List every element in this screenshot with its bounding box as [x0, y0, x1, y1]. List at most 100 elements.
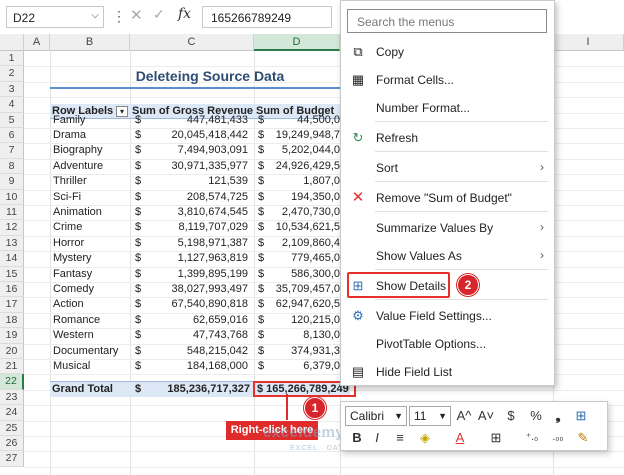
row-header-25[interactable]: 25	[0, 420, 24, 436]
column-header-b[interactable]: B	[50, 34, 130, 51]
menu-item-refresh[interactable]: ↻ Refresh	[341, 124, 554, 152]
column-header-c[interactable]: C	[130, 34, 254, 51]
menu-search-input[interactable]: Search the menus	[347, 9, 547, 33]
row-header-15[interactable]: 15	[0, 266, 24, 282]
row-label[interactable]: Comedy	[53, 282, 94, 297]
column-header-a[interactable]: A	[24, 34, 50, 51]
increase-decimal-icon[interactable]: ⁺.₀	[521, 428, 543, 448]
currency-symbol: $	[135, 221, 142, 234]
select-all-corner[interactable]	[0, 34, 24, 51]
row-header-11[interactable]: 11	[0, 205, 24, 221]
row-label[interactable]: Crime	[53, 220, 82, 235]
formula-input[interactable]: 165266789249	[202, 6, 332, 28]
table-format-icon[interactable]: ⊞	[571, 406, 591, 426]
format-painter-icon[interactable]: ✎	[573, 428, 593, 448]
comma-style-icon[interactable]: ❟	[549, 406, 567, 426]
chevron-down-icon[interactable]: ⌵	[91, 10, 99, 21]
borders-icon[interactable]: ⊞	[487, 428, 505, 448]
menu-item-number-format[interactable]: Number Format...	[341, 94, 554, 122]
row-header-10[interactable]: 10	[0, 189, 24, 205]
menu-item-hide-field-list[interactable]: ▤ Hide Field List	[341, 358, 554, 386]
row-label[interactable]: Adventure	[53, 159, 103, 174]
font-name-dropdown[interactable]: Calibri ▼	[345, 406, 407, 426]
menu-item-value-field-settings[interactable]: ⚙ Value Field Settings...	[341, 302, 554, 330]
grand-total-label: Grand Total	[52, 383, 113, 395]
row-label[interactable]: Animation	[53, 205, 102, 220]
currency-format-icon[interactable]: $	[499, 406, 523, 426]
row-header-8[interactable]: 8	[0, 158, 24, 175]
fill-color-icon[interactable]: ◈	[415, 428, 435, 448]
row-label[interactable]: Musical	[53, 359, 90, 374]
cancel-icon[interactable]: ✕	[130, 6, 143, 24]
row-label[interactable]: Mystery	[53, 251, 92, 266]
menu-separator	[375, 269, 548, 270]
row-header-3[interactable]: 3	[0, 81, 24, 98]
row-header-16[interactable]: 16	[0, 282, 24, 298]
menu-item-label: Number Format...	[376, 101, 471, 115]
menu-separator	[375, 121, 548, 122]
insert-function-icon[interactable]: fx	[178, 6, 191, 22]
row-label[interactable]: Sci-Fi	[53, 190, 81, 205]
row-label[interactable]: Family	[53, 113, 85, 128]
row-label[interactable]: Drama	[53, 128, 86, 143]
row-label[interactable]: Horror	[53, 236, 84, 251]
row-header-19[interactable]: 19	[0, 328, 24, 344]
confirm-icon[interactable]: ✓	[153, 6, 165, 23]
font-size-dropdown[interactable]: 11 ▼	[409, 406, 451, 426]
row-header-9[interactable]: 9	[0, 174, 24, 190]
row-label[interactable]: Western	[53, 328, 94, 343]
row-label[interactable]: Romance	[53, 313, 100, 328]
menu-item-remove[interactable]: ✕ Remove "Sum of Budget"	[341, 184, 554, 212]
row-header-6[interactable]: 6	[0, 128, 24, 144]
currency-symbol: $	[135, 113, 142, 126]
row-label[interactable]: Action	[53, 297, 84, 312]
gross-revenue-cell: 7,494,903,091	[177, 144, 248, 157]
menu-item-show-values-as[interactable]: Show Values As ›	[341, 242, 554, 270]
chevron-right-icon: ›	[540, 248, 544, 262]
row-header-20[interactable]: 20	[0, 343, 24, 359]
more-options-icon[interactable]: ⋮	[112, 8, 126, 25]
step-1-badge: 1	[304, 397, 326, 419]
row-header-2[interactable]: 2	[0, 66, 24, 82]
row-label[interactable]: Thriller	[53, 174, 87, 189]
gross-revenue-cell: 184,168,000	[186, 360, 248, 372]
row-header-26[interactable]: 26	[0, 436, 24, 452]
row-header-21[interactable]: 21	[0, 359, 24, 375]
align-center-icon[interactable]: ≡	[391, 428, 409, 448]
font-color-icon[interactable]: A	[451, 428, 469, 448]
column-header-i[interactable]: I	[553, 34, 624, 51]
italic-icon[interactable]: I	[369, 428, 385, 448]
menu-item-pivottable-options[interactable]: PivotTable Options...	[341, 330, 554, 358]
row-label[interactable]: Biography	[53, 143, 103, 158]
currency-symbol: $	[135, 360, 142, 372]
increase-font-icon[interactable]: A^	[455, 406, 473, 426]
row-header-22[interactable]: 22	[0, 374, 24, 390]
row-header-5[interactable]: 5	[0, 112, 24, 128]
row-header-12[interactable]: 12	[0, 220, 24, 236]
row-label[interactable]: Documentary	[53, 344, 118, 359]
currency-symbol: $	[258, 144, 265, 157]
bold-icon[interactable]: B	[349, 428, 365, 448]
row-header-27[interactable]: 27	[0, 451, 24, 467]
chevron-down-icon: ▼	[394, 411, 403, 421]
row-header-13[interactable]: 13	[0, 235, 24, 252]
decrease-decimal-icon[interactable]: .₀₀	[547, 428, 569, 448]
row-header-1[interactable]: 1	[0, 51, 24, 67]
column-header-d[interactable]: D	[254, 34, 340, 51]
row-label[interactable]: Fantasy	[53, 267, 92, 282]
row-header-24[interactable]: 24	[0, 405, 24, 421]
menu-item-copy[interactable]: ⧉ Copy	[341, 38, 554, 66]
menu-item-summarize-values-by[interactable]: Summarize Values By ›	[341, 214, 554, 242]
row-header-4[interactable]: 4	[0, 97, 24, 113]
row-header-7[interactable]: 7	[0, 143, 24, 159]
menu-item-sort[interactable]: Sort ›	[341, 154, 554, 182]
menu-item-format-cells[interactable]: ▦ Format Cells...	[341, 66, 554, 94]
row-header-18[interactable]: 18	[0, 312, 24, 329]
row-header-14[interactable]: 14	[0, 251, 24, 267]
name-box[interactable]: D22 ⌵	[6, 6, 104, 28]
filter-dropdown-icon[interactable]: ▾	[116, 106, 128, 117]
percent-format-icon[interactable]: %	[527, 406, 545, 426]
row-header-23[interactable]: 23	[0, 389, 24, 406]
row-header-17[interactable]: 17	[0, 297, 24, 313]
decrease-font-icon[interactable]: A˅	[477, 406, 495, 426]
